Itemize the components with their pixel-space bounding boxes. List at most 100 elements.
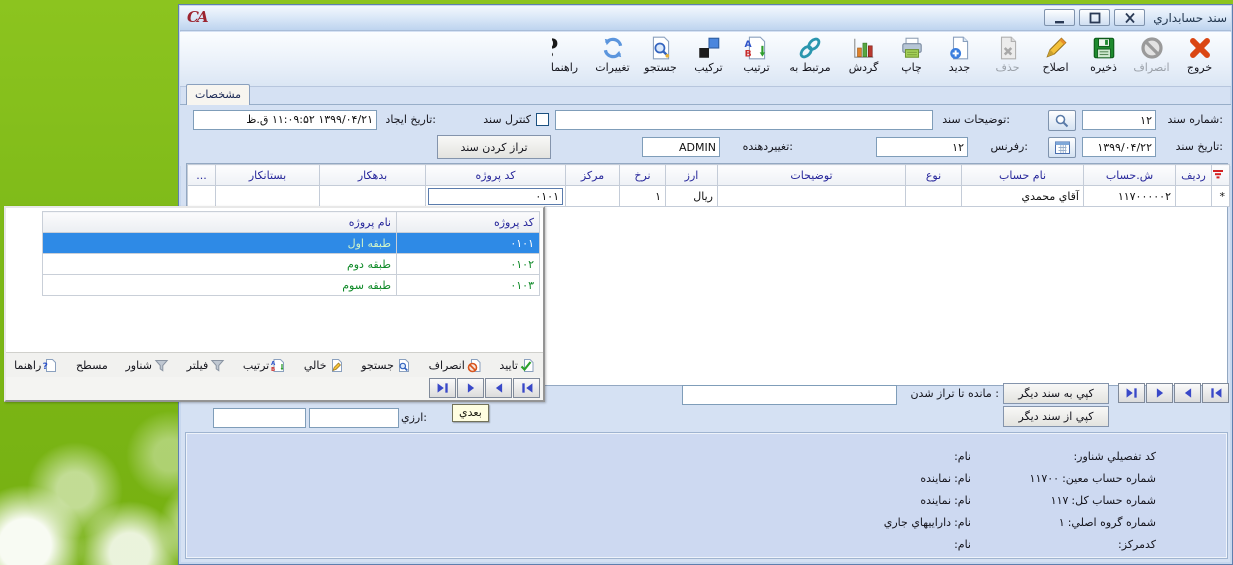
order-button[interactable]: AB ترتيب bbox=[733, 34, 780, 75]
confirm-button[interactable]: تاييد bbox=[499, 358, 535, 373]
table-row[interactable]: * ۱۱۷۰۰۰۰۰۲ آقاي محمدي ريال ۱ ۰۱۰۱ bbox=[188, 186, 1230, 207]
last-record-button[interactable] bbox=[1118, 383, 1145, 403]
col-header-account-no[interactable]: ش.حساب bbox=[1084, 165, 1176, 186]
first-record-button[interactable] bbox=[1202, 383, 1229, 403]
subsidiary-name-label: نام: bbox=[954, 472, 971, 485]
list-item[interactable]: ۰۱۰۳ طبقه سوم bbox=[43, 275, 540, 296]
doc-date-input[interactable] bbox=[1082, 137, 1156, 157]
titlebar[interactable]: CA سند حسابداري bbox=[180, 6, 1231, 31]
doc-desc-label: توضيحات سند: bbox=[942, 110, 1010, 130]
new-button[interactable]: جديد bbox=[936, 34, 983, 75]
list-item[interactable]: ۰۱۰۲ طبقه دوم bbox=[43, 254, 540, 275]
col-header-center[interactable]: مركز bbox=[566, 165, 620, 186]
project-code[interactable]: ۰۱۰۱ bbox=[397, 233, 540, 254]
modifier-label: تغييردهنده: bbox=[743, 137, 793, 157]
popup-help-button[interactable]: ? راهنما bbox=[14, 358, 58, 373]
popup-previous-record-button[interactable] bbox=[485, 378, 512, 398]
exit-button[interactable]: خروج bbox=[1176, 34, 1223, 75]
project-name[interactable]: طبقه اول bbox=[43, 233, 397, 254]
maximize-button[interactable] bbox=[1079, 9, 1110, 26]
popup-col-project-code[interactable]: كد پروژه bbox=[397, 212, 540, 233]
col-header-desc[interactable]: توضيحات bbox=[718, 165, 906, 186]
col-header-radif[interactable]: رديف bbox=[1176, 165, 1212, 186]
copy-to-doc-button[interactable]: كپي به سند ديگر bbox=[1003, 383, 1109, 404]
next-record-icon bbox=[1149, 386, 1171, 400]
project-code[interactable]: ۰۱۰۲ bbox=[397, 254, 540, 275]
cell-center[interactable] bbox=[566, 186, 620, 207]
edit-button[interactable]: اصلاح bbox=[1032, 34, 1079, 75]
flat-button[interactable]: مسطح bbox=[76, 359, 108, 372]
cell-type[interactable] bbox=[906, 186, 962, 207]
copy-from-doc-button[interactable]: كپي از سند ديگر bbox=[1003, 406, 1109, 427]
account-search-button[interactable] bbox=[1048, 110, 1076, 131]
col-header-type[interactable]: نوع bbox=[906, 165, 962, 186]
col-header-currency[interactable]: ارز bbox=[666, 165, 718, 186]
cell-radif[interactable] bbox=[1176, 186, 1212, 207]
project-code-editor[interactable]: ۰۱۰۱ bbox=[428, 188, 563, 205]
print-button[interactable]: چاپ bbox=[888, 34, 935, 75]
project-name[interactable]: طبقه دوم bbox=[43, 254, 397, 275]
popup-next-record-button[interactable] bbox=[457, 378, 484, 398]
modifier-input[interactable] bbox=[642, 137, 720, 157]
col-header-account-name[interactable]: نام حساب bbox=[962, 165, 1084, 186]
project-name[interactable]: طبقه سوم bbox=[43, 275, 397, 296]
popup-first-record-button[interactable] bbox=[513, 378, 540, 398]
app-logo: CA bbox=[187, 8, 207, 26]
currency-amount-input-2[interactable] bbox=[213, 408, 306, 428]
minimize-icon bbox=[1050, 10, 1070, 26]
reference-input[interactable] bbox=[876, 137, 968, 157]
currency-amount-input-1[interactable] bbox=[309, 408, 399, 428]
help-button[interactable]: ? راهنما bbox=[541, 34, 588, 75]
popup-last-record-button[interactable] bbox=[429, 378, 456, 398]
calendar-button[interactable] bbox=[1048, 137, 1076, 158]
related-to-button[interactable]: مرتبط به bbox=[781, 34, 839, 75]
cell-debit[interactable] bbox=[320, 186, 426, 207]
popup-cancel-button[interactable]: انصراف bbox=[429, 358, 482, 373]
tab-specifications[interactable]: مشخصات bbox=[186, 84, 250, 105]
turnover-button[interactable]: گردش bbox=[840, 34, 887, 75]
float-button[interactable]: شناور bbox=[125, 358, 169, 373]
popup-sort-button[interactable]: AB ترتيب bbox=[243, 358, 286, 373]
save-button[interactable]: ذخيره bbox=[1080, 34, 1127, 75]
popup-col-project-name[interactable]: نام پروژه bbox=[43, 212, 397, 233]
cell-account-no[interactable]: ۱۱۷۰۰۰۰۰۲ bbox=[1084, 186, 1176, 207]
previous-record-button[interactable] bbox=[1174, 383, 1201, 403]
control-doc-checkbox[interactable] bbox=[536, 113, 549, 126]
exit-icon bbox=[1187, 35, 1213, 61]
cell-rate[interactable]: ۱ bbox=[620, 186, 666, 207]
col-header-rate[interactable]: نرخ bbox=[620, 165, 666, 186]
next-record-button[interactable] bbox=[1146, 383, 1173, 403]
cell-more[interactable] bbox=[188, 186, 216, 207]
changes-button[interactable]: تغييرات bbox=[589, 34, 636, 75]
cell-credit[interactable] bbox=[216, 186, 320, 207]
doc-desc-input[interactable] bbox=[555, 110, 933, 130]
cell-currency[interactable]: ريال bbox=[666, 186, 718, 207]
col-header-credit[interactable]: بستانكار bbox=[216, 165, 320, 186]
balance-doc-button[interactable]: تراز كردن سند bbox=[437, 135, 551, 159]
cell-project-code[interactable]: ۰۱۰۱ bbox=[426, 186, 566, 207]
search-button[interactable]: جستجو bbox=[637, 34, 684, 75]
combine-button[interactable]: تركيب bbox=[685, 34, 732, 75]
balance-remaining-input[interactable] bbox=[682, 385, 897, 405]
main-group-name: داراييهاي جاري bbox=[884, 516, 951, 529]
popup-search-button[interactable]: جستجو bbox=[361, 358, 411, 373]
cell-account-name[interactable]: آقاي محمدي bbox=[962, 186, 1084, 207]
desktop: CA سند حسابداري خروج bbox=[0, 0, 1233, 565]
doc-number-input[interactable] bbox=[1082, 110, 1156, 130]
col-header-project-code[interactable]: كد پروژه bbox=[426, 165, 566, 186]
col-header-debit[interactable]: بدهكار bbox=[320, 165, 426, 186]
close-button[interactable] bbox=[1114, 9, 1145, 26]
project-code[interactable]: ۰۱۰۳ bbox=[397, 275, 540, 296]
magnifier-icon bbox=[1054, 113, 1070, 129]
grid-filter-corner[interactable] bbox=[1212, 165, 1230, 186]
col-header-more[interactable]: ... bbox=[188, 165, 216, 186]
list-item[interactable]: ۰۱۰۱ طبقه اول bbox=[43, 233, 540, 254]
minimize-button[interactable] bbox=[1044, 9, 1075, 26]
popup-cancel-icon bbox=[467, 358, 482, 373]
cell-desc[interactable] bbox=[718, 186, 906, 207]
filter-button[interactable]: فيلتر bbox=[187, 358, 226, 373]
popup-previous-record-icon bbox=[488, 381, 510, 395]
center-name-label: نام: bbox=[954, 538, 971, 551]
bar-chart-icon bbox=[851, 35, 877, 61]
clear-button[interactable]: خالي bbox=[304, 358, 344, 373]
